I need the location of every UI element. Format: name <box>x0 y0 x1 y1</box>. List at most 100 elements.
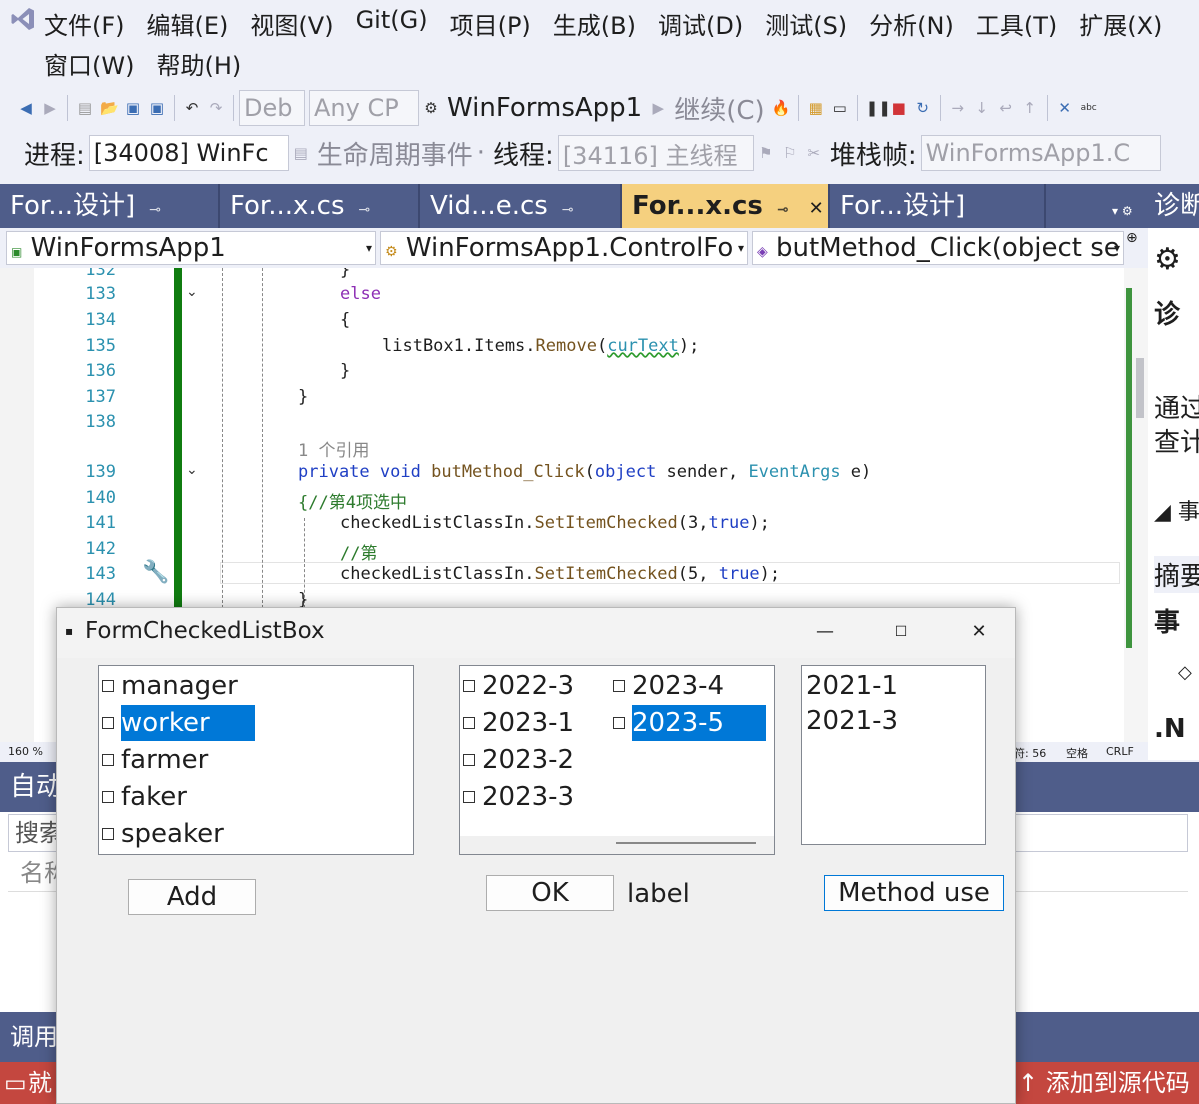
tab-video-code[interactable]: Vid...e.cs ⊸ <box>420 184 622 228</box>
pause-icon[interactable]: ❚❚ <box>866 99 891 117</box>
checkbox[interactable] <box>102 791 114 803</box>
member-combo[interactable]: ◈ butMethod_Click(object se ▾ <box>752 231 1124 265</box>
zoom-level[interactable]: 160 % <box>8 745 43 758</box>
stack-frame-combo[interactable]: WinFormsApp1.C <box>920 135 1161 171</box>
checkbox[interactable] <box>463 754 475 766</box>
split-icon[interactable]: ⊕ <box>1126 230 1138 246</box>
add-to-source-control[interactable]: ↑ 添加到源代码 <box>1018 1062 1190 1104</box>
codelens-references[interactable]: 1 个引用 <box>298 436 369 461</box>
new-project-icon[interactable]: ▤ <box>76 99 94 117</box>
maximize-icon[interactable]: ☐ <box>881 616 921 648</box>
back-icon[interactable]: ◀ <box>17 99 35 117</box>
restart-icon[interactable]: ↻ <box>914 99 932 117</box>
tab-form-code-active[interactable]: For...x.cs ⊸ ✕ <box>622 184 830 228</box>
menu-item-main-10[interactable]: 扩展(X) <box>1079 6 1162 41</box>
list-item[interactable]: farmer <box>102 742 216 778</box>
checkbox[interactable] <box>613 680 625 692</box>
step-over-icon[interactable]: → <box>949 99 967 117</box>
continue-button[interactable]: 继续(C) <box>674 90 764 127</box>
flag-icon[interactable]: ⚑ <box>757 144 775 162</box>
menu-item-main-5[interactable]: 生成(B) <box>553 6 636 41</box>
open-icon[interactable]: 📂 <box>100 99 119 117</box>
checkbox[interactable] <box>463 680 475 692</box>
menu-item-secondary-1[interactable]: 帮助(H) <box>156 46 241 81</box>
window-titlebar[interactable]: ▪ FormCheckedListBox — ☐ ✕ <box>57 608 1015 658</box>
platform-combo[interactable]: Any CP <box>309 90 419 126</box>
checkbox[interactable] <box>463 791 475 803</box>
checked-list-box-classes[interactable]: 2022-3 2023-1 2023-2 2023-3 2023-4 2023-… <box>459 665 775 855</box>
gear-icon[interactable]: ⚙ <box>1154 242 1181 277</box>
horizontal-scrollbar[interactable] <box>460 836 774 854</box>
project-combo[interactable]: ▣ WinFormsApp1 ▾ <box>6 231 376 265</box>
pin-icon[interactable]: ⊸ <box>149 202 161 218</box>
process-combo[interactable]: [34008] WinFc <box>88 135 289 171</box>
redo-icon[interactable]: ↷ <box>207 99 225 117</box>
list-box[interactable]: 2021-1 2021-3 <box>801 665 986 845</box>
list-item[interactable]: worker <box>102 705 255 741</box>
lifecycle-events-button[interactable]: 生命周期事件 <box>317 135 473 172</box>
pin-icon[interactable]: ⊸ <box>562 202 574 218</box>
menu-item-main-9[interactable]: 工具(T) <box>976 6 1057 41</box>
browser-icon[interactable]: ▦ <box>807 99 825 117</box>
tab-form-designer-2[interactable]: For...设计] <box>830 184 1046 228</box>
checked-list-box-roles[interactable]: manager worker farmer faker speaker <box>98 665 414 855</box>
class-combo[interactable]: ⚙ WinFormsApp1.ControlFo ▾ <box>380 231 748 265</box>
step-back-icon[interactable]: ↩ <box>997 99 1015 117</box>
close-icon[interactable]: ✕ <box>959 616 999 648</box>
collapse-icon[interactable]: ⌄ <box>186 284 198 300</box>
vertical-scrollbar[interactable] <box>1124 268 1148 742</box>
list-item[interactable]: 2023-2 <box>463 742 582 778</box>
menu-item-main-1[interactable]: 编辑(E) <box>147 6 229 41</box>
diag-item[interactable]: ◢ 事 <box>1154 494 1199 526</box>
diagnostics-title[interactable]: 诊断 <box>1148 184 1199 228</box>
step-into-icon[interactable]: ↓ <box>973 99 991 117</box>
menu-item-secondary-0[interactable]: 窗口(W) <box>44 46 134 81</box>
menu-item-main-4[interactable]: 项目(P) <box>450 6 531 41</box>
checkbox[interactable] <box>102 754 114 766</box>
spellcheck-icon[interactable]: abc <box>1080 99 1098 117</box>
menu-item-main-6[interactable]: 调试(D) <box>658 6 743 41</box>
tab-form-designer-1[interactable]: For...设计] ⊸ <box>0 184 220 228</box>
flag-threads-icon[interactable]: ⚐ <box>781 144 799 162</box>
list-item[interactable]: 2023-3 <box>463 779 582 815</box>
save-all-icon[interactable]: ▣ <box>148 99 166 117</box>
method-use-button[interactable]: Method use <box>824 875 1004 911</box>
pin-icon[interactable]: ⊸ <box>777 202 789 218</box>
diagnostics-icon[interactable]: ✕ <box>1056 99 1074 117</box>
step-out-icon[interactable]: ↑ <box>1021 99 1039 117</box>
diag-item[interactable]: 摘要 <box>1154 556 1199 593</box>
ok-button[interactable]: OK <box>486 875 614 911</box>
undo-icon[interactable]: ↶ <box>183 99 201 117</box>
menu-item-main-2[interactable]: 视图(V) <box>250 6 333 41</box>
screwdriver-icon[interactable]: 🔧 <box>142 560 169 585</box>
checkbox[interactable] <box>463 717 475 729</box>
save-icon[interactable]: ▣ <box>124 99 142 117</box>
checkbox[interactable] <box>102 717 114 729</box>
filter-icon[interactable]: ✂ <box>805 144 823 162</box>
tab-form-code-1[interactable]: For...x.cs ⊸ <box>220 184 420 228</box>
menu-item-main-3[interactable]: Git(G) <box>356 6 428 41</box>
list-item[interactable]: manager <box>102 668 246 704</box>
checkbox[interactable] <box>102 828 114 840</box>
list-item[interactable]: speaker <box>102 816 232 852</box>
list-item[interactable]: 2023-1 <box>463 705 582 741</box>
pin-icon[interactable]: ⊸ <box>359 202 371 218</box>
list-item[interactable]: 2021-1 <box>806 668 898 704</box>
indent-mode[interactable]: 空格 <box>1066 745 1088 761</box>
startup-project[interactable]: WinFormsApp1 <box>447 93 642 123</box>
list-item[interactable]: 2022-3 <box>463 668 582 704</box>
stop-icon[interactable]: ■ <box>890 99 908 117</box>
checkbox[interactable] <box>613 717 625 729</box>
collapse-icon[interactable]: ⌄ <box>186 462 198 478</box>
scrollbar-thumb[interactable] <box>1136 358 1144 418</box>
checkbox[interactable] <box>102 680 114 692</box>
close-tab-icon[interactable]: ✕ <box>809 198 824 219</box>
tab-overflow-icon[interactable]: ▾ ⚙ <box>1112 204 1133 218</box>
list-item[interactable]: 2021-3 <box>806 703 898 739</box>
minimize-icon[interactable]: — <box>805 616 845 648</box>
list-item[interactable]: 2023-4 <box>613 668 732 704</box>
menu-item-main-0[interactable]: 文件(F) <box>44 6 125 41</box>
list-item[interactable]: faker <box>102 779 195 815</box>
thread-combo[interactable]: [34116] 主线程 <box>557 135 754 171</box>
hot-reload-icon[interactable]: 🔥 <box>772 99 791 117</box>
